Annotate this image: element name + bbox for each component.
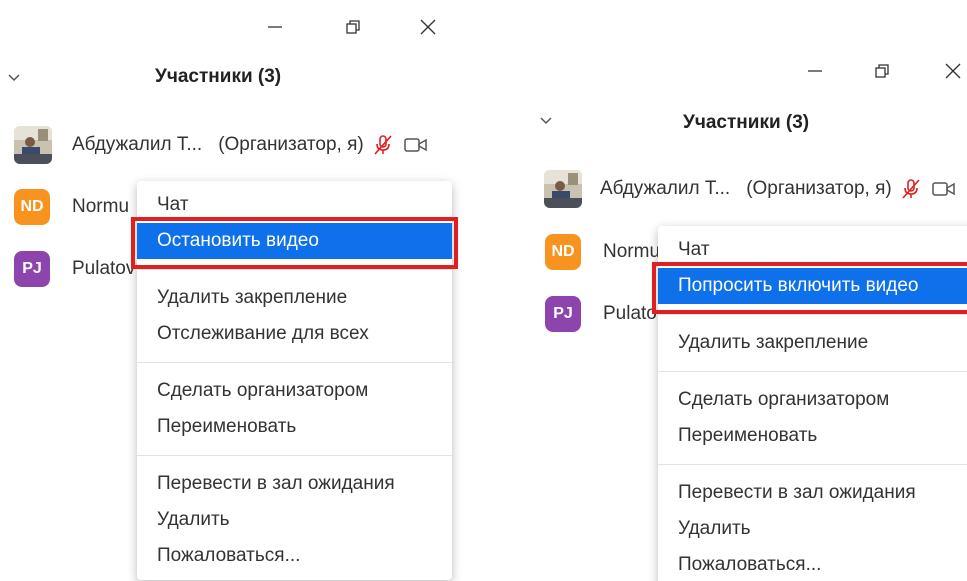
avatar: ND (545, 234, 581, 270)
chevron-down-icon[interactable] (6, 70, 22, 86)
participant-role: (Организатор, я) (746, 178, 892, 199)
menu-divider (658, 464, 967, 465)
menu-item-make-host[interactable]: Сделать организатором (137, 373, 452, 409)
participant-row[interactable]: PJ Pulato (545, 290, 657, 338)
avatar (544, 170, 582, 208)
avatar (14, 126, 52, 164)
menu-divider (658, 314, 967, 315)
menu-item-spotlight-for-all[interactable]: Отслеживание для всех (137, 316, 452, 352)
menu-item-waiting-room[interactable]: Перевести в зал ожидания (137, 466, 452, 502)
video-camera-icon[interactable] (403, 137, 428, 153)
menu-divider (137, 455, 452, 456)
highlight-box (652, 262, 967, 314)
menu-item-rename[interactable]: Переименовать (658, 418, 967, 454)
menu-item-report[interactable]: Пожаловаться... (658, 547, 967, 581)
avatar: ND (14, 189, 50, 225)
minimize-icon[interactable] (800, 56, 830, 86)
participant-row[interactable]: ND Normu (545, 228, 660, 276)
close-icon[interactable] (938, 56, 967, 86)
participant-name: Абдужалил Т... (72, 134, 203, 155)
participant-name: Абдужалил Т... (600, 178, 731, 199)
video-camera-icon[interactable] (931, 181, 956, 197)
menu-item-unpin[interactable]: Удалить закрепление (137, 280, 452, 316)
restore-icon[interactable] (338, 12, 368, 42)
menu-item-report[interactable]: Пожаловаться... (137, 538, 452, 574)
menu-item-unpin[interactable]: Удалить закрепление (658, 325, 967, 361)
restore-icon[interactable] (867, 56, 897, 86)
avatar: PJ (14, 251, 50, 287)
mic-muted-icon[interactable] (372, 134, 394, 156)
panel-title: Участники (3) (155, 66, 282, 87)
menu-item-rename[interactable]: Переименовать (137, 409, 452, 445)
menu-item-remove[interactable]: Удалить (658, 511, 967, 547)
minimize-icon[interactable] (260, 12, 290, 42)
participant-row[interactable]: PJ Pulatov (14, 245, 135, 293)
mic-muted-icon[interactable] (900, 178, 922, 200)
highlight-box (131, 217, 458, 269)
participant-row[interactable]: Абдужалил Т... (Организатор, я) (544, 165, 956, 213)
participant-row[interactable]: ND Normu (14, 183, 129, 231)
menu-divider (137, 269, 452, 270)
participants-panel-left: Участники (3) Абдужалил Т... (Организато… (0, 0, 470, 581)
avatar: PJ (545, 296, 581, 332)
participant-name: Pulato (603, 303, 657, 324)
participant-name: Normu (72, 196, 130, 217)
menu-item-remove[interactable]: Удалить (137, 502, 452, 538)
participant-role: (Организатор, я) (218, 134, 364, 155)
close-icon[interactable] (413, 12, 443, 42)
participants-panel-right: Участники (3) Абдужалил Т... (Организато… (520, 0, 967, 581)
chevron-down-icon[interactable] (538, 113, 554, 129)
menu-item-make-host[interactable]: Сделать организатором (658, 382, 967, 418)
participant-row[interactable]: Абдужалил Т... (Организатор, я) (14, 121, 428, 169)
participant-name: Pulatov (72, 258, 136, 279)
menu-divider (658, 371, 967, 372)
menu-item-waiting-room[interactable]: Перевести в зал ожидания (658, 475, 967, 511)
panel-title: Участники (3) (683, 112, 810, 133)
menu-divider (137, 362, 452, 363)
participant-name: Normu (603, 241, 661, 262)
